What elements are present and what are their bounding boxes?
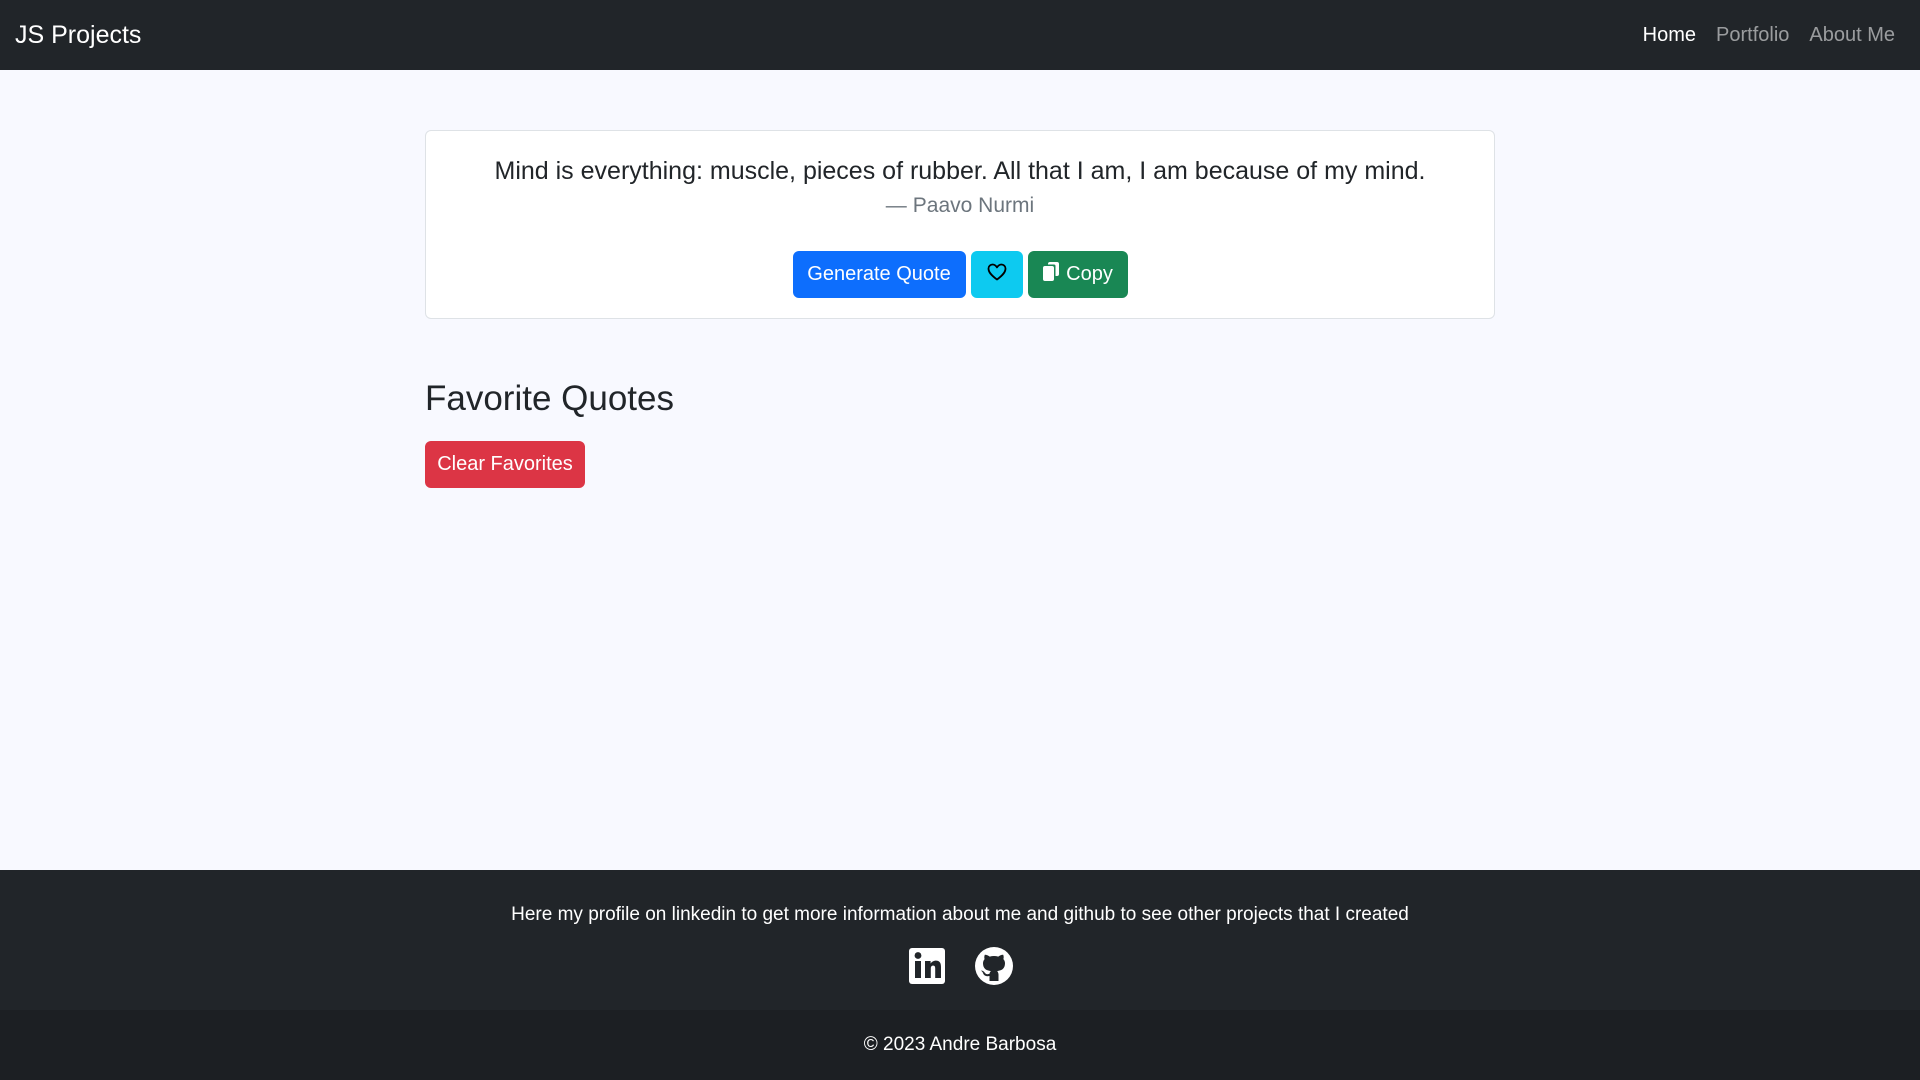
clear-favorites-button[interactable]: Clear Favorites	[425, 441, 585, 488]
copyright-text: © 2023 Andre Barbosa	[863, 1034, 1057, 1055]
nav-link-about-me[interactable]: About Me	[1809, 24, 1895, 47]
linkedin-icon[interactable]	[907, 946, 947, 986]
copy-button[interactable]: Copy	[1027, 251, 1128, 298]
copy-label: Copy	[1066, 263, 1113, 285]
footer-text: Here my profile on linkedin to get more …	[511, 904, 1409, 925]
quote-card: Mind is everything: muscle, pieces of ru…	[425, 130, 1495, 319]
generate-quote-button[interactable]: Generate Quote	[792, 251, 966, 298]
nav-link-home[interactable]: Home	[1643, 24, 1696, 47]
quote-author: — Paavo Nurmi	[426, 194, 1494, 218]
social-links	[0, 946, 1920, 986]
author-dash: —	[885, 194, 907, 217]
copyright-bar: © 2023 Andre Barbosa	[0, 1010, 1920, 1080]
favorites-title: Favorite Quotes	[425, 379, 674, 418]
quote-text: Mind is everything: muscle, pieces of ru…	[494, 157, 1426, 185]
brand-link[interactable]: JS Projects	[15, 21, 141, 50]
navbar: JS Projects Home Portfolio About Me	[0, 0, 1920, 70]
quote-actions: Generate Quote Copy	[426, 251, 1494, 298]
heart-icon	[987, 263, 1007, 287]
copy-icon	[1042, 261, 1060, 288]
github-icon[interactable]	[974, 946, 1014, 986]
favorite-button[interactable]	[970, 251, 1023, 298]
nav-links: Home Portfolio About Me	[1643, 24, 1895, 47]
footer: Here my profile on linkedin to get more …	[0, 870, 1920, 1010]
nav-link-portfolio[interactable]: Portfolio	[1716, 24, 1789, 47]
author-name: Paavo Nurmi	[912, 194, 1035, 217]
